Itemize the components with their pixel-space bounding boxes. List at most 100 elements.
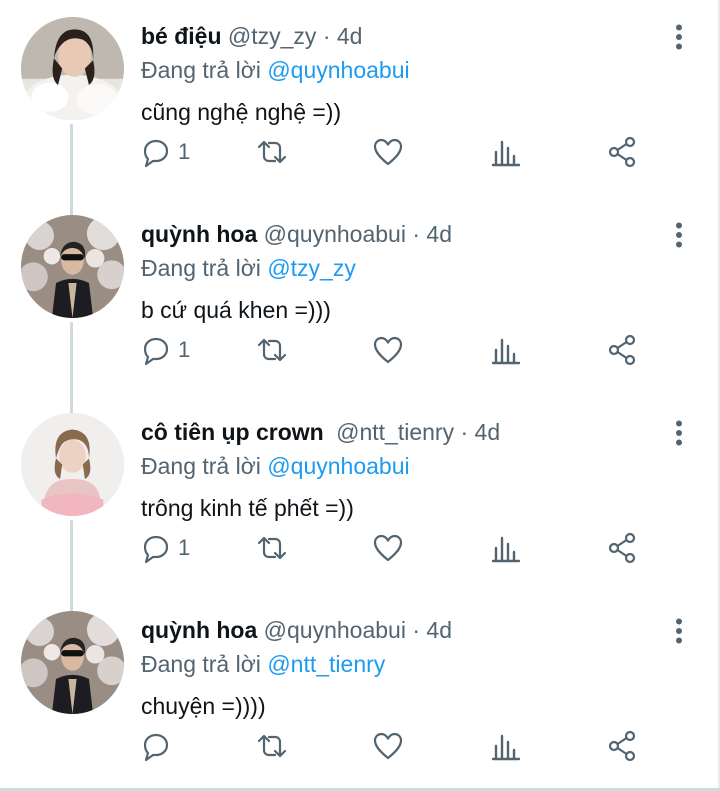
reply-button[interactable]	[140, 728, 178, 764]
avatar[interactable]	[21, 611, 124, 714]
retweet-button[interactable]	[256, 332, 288, 368]
reply-count: 1	[178, 337, 191, 362]
separator-dot: ·	[412, 221, 421, 247]
user-handle[interactable]: @quynhoabui	[264, 617, 406, 643]
more-vertical-icon	[676, 618, 682, 644]
like-button[interactable]	[372, 728, 404, 764]
share-button[interactable]	[606, 728, 638, 764]
mention-link[interactable]: @ntt_tienry	[267, 651, 385, 677]
heart-icon	[373, 534, 403, 562]
retweet-button[interactable]	[256, 134, 288, 170]
tweet-actions: 1	[140, 134, 660, 170]
analytics-button[interactable]	[490, 332, 522, 368]
retweet-icon	[257, 140, 287, 164]
reply-context: Đang trả lời @ntt_tienry	[141, 650, 385, 678]
reply-context: Đang trả lời @tzy_zy	[141, 254, 356, 282]
separator-dot: ·	[460, 419, 469, 445]
timestamp[interactable]: 4d	[426, 221, 452, 247]
analytics-button[interactable]	[490, 530, 522, 566]
timestamp[interactable]: 4d	[426, 617, 452, 643]
like-button[interactable]	[372, 332, 404, 368]
retweet-button[interactable]	[256, 728, 288, 764]
reply-prefix: Đang trả lời	[141, 651, 261, 677]
separator-dot: ·	[322, 23, 331, 49]
like-button[interactable]	[372, 134, 404, 170]
tweet[interactable]: cô tiên ụp crown @ntt_tienry · 4d Đang t…	[0, 396, 720, 594]
heart-icon	[373, 732, 403, 760]
reply-context: Đang trả lời @quynhoabui	[141, 56, 410, 84]
reply-thread: bé điệu @tzy_zy · 4d Đang trả lời @quynh…	[0, 0, 720, 791]
retweet-icon	[257, 536, 287, 560]
avatar[interactable]	[21, 413, 124, 516]
tweet-text: chuyện =))))	[141, 693, 266, 719]
retweet-button[interactable]	[256, 530, 288, 566]
avatar[interactable]	[21, 215, 124, 318]
more-vertical-icon	[676, 420, 682, 446]
tweet-header: bé điệu @tzy_zy · 4d	[141, 22, 362, 50]
more-options-button[interactable]	[664, 220, 694, 250]
mention-link[interactable]: @quynhoabui	[267, 453, 409, 479]
avatar[interactable]	[21, 17, 124, 120]
like-button[interactable]	[372, 530, 404, 566]
reply-button[interactable]: 1	[140, 134, 190, 170]
display-name[interactable]: quỳnh hoa	[141, 617, 257, 643]
tweet-actions: 1	[140, 530, 660, 566]
display-name[interactable]: quỳnh hoa	[141, 221, 257, 247]
timestamp[interactable]: 4d	[475, 419, 501, 445]
tweet-header: quỳnh hoa @quynhoabui · 4d	[141, 616, 452, 644]
reply-count: 1	[178, 139, 191, 164]
bar-chart-icon	[491, 536, 521, 563]
tweet[interactable]: bé điệu @tzy_zy · 4d Đang trả lời @quynh…	[0, 0, 720, 198]
tweet-text: b cứ quá khen =)))	[141, 297, 331, 323]
avatar-image	[21, 215, 124, 318]
more-options-button[interactable]	[664, 616, 694, 646]
tweet-header: quỳnh hoa @quynhoabui · 4d	[141, 220, 452, 248]
share-icon	[608, 136, 636, 168]
reply-button[interactable]: 1	[140, 332, 190, 368]
reply-prefix: Đang trả lời	[141, 255, 261, 281]
reply-prefix: Đang trả lời	[141, 57, 261, 83]
share-button[interactable]	[606, 530, 638, 566]
share-icon	[608, 532, 636, 564]
bar-chart-icon	[491, 140, 521, 167]
display-name[interactable]: bé điệu	[141, 23, 222, 49]
user-handle[interactable]: @quynhoabui	[264, 221, 406, 247]
reply-count: 1	[178, 535, 191, 560]
heart-icon	[373, 138, 403, 166]
retweet-icon	[257, 338, 287, 362]
tweet[interactable]: quỳnh hoa @quynhoabui · 4d Đang trả lời …	[0, 198, 720, 396]
reply-icon	[143, 535, 169, 564]
more-options-button[interactable]	[664, 22, 694, 52]
display-name[interactable]: cô tiên ụp crown	[141, 419, 324, 445]
tweet-actions: 1	[140, 332, 660, 368]
more-vertical-icon	[676, 222, 682, 248]
tweet[interactable]: quỳnh hoa @quynhoabui · 4d Đang trả lời …	[0, 594, 720, 791]
tweet-actions	[140, 728, 660, 764]
reply-icon	[143, 337, 169, 366]
mention-link[interactable]: @quynhoabui	[267, 57, 409, 83]
avatar-image	[21, 611, 124, 714]
reply-button[interactable]: 1	[140, 530, 190, 566]
reply-icon	[143, 139, 169, 168]
avatar-image	[21, 17, 124, 120]
separator-dot: ·	[412, 617, 421, 643]
user-handle[interactable]: @tzy_zy	[228, 23, 317, 49]
bar-chart-icon	[491, 734, 521, 761]
more-options-button[interactable]	[664, 418, 694, 448]
more-vertical-icon	[676, 24, 682, 50]
reply-icon	[143, 733, 169, 762]
tweet-header: cô tiên ụp crown @ntt_tienry · 4d	[141, 418, 500, 446]
bar-chart-icon	[491, 338, 521, 365]
mention-link[interactable]: @tzy_zy	[267, 255, 356, 281]
heart-icon	[373, 336, 403, 364]
share-button[interactable]	[606, 332, 638, 368]
retweet-icon	[257, 734, 287, 758]
share-icon	[608, 730, 636, 762]
share-button[interactable]	[606, 134, 638, 170]
user-handle[interactable]: @ntt_tienry	[336, 419, 454, 445]
analytics-button[interactable]	[490, 728, 522, 764]
timestamp[interactable]: 4d	[337, 23, 363, 49]
tweet-text: trông kinh tế phết =))	[141, 495, 354, 521]
tweet-text: cũng nghệ nghệ =))	[141, 99, 342, 125]
analytics-button[interactable]	[490, 134, 522, 170]
